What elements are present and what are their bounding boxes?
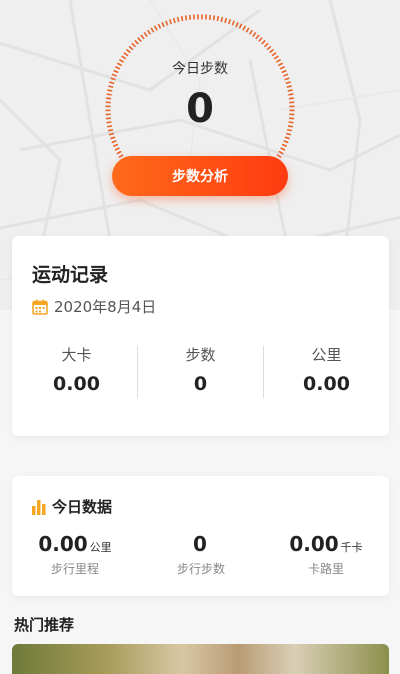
today-steps-value: 0 (186, 86, 214, 132)
bar-chart-icon (32, 499, 46, 515)
today-calories: 0.00 千卡 卡路里 (263, 532, 389, 577)
stat-kilometers: 公里 0.00 (264, 344, 389, 395)
today-data-card: 今日数据 0.00 公里 步行里程 0 步行步数 0.00 千卡 卡路里 (12, 476, 389, 596)
exercise-record-card: 运动记录 2020年8月4日 大卡 0.00 步数 0 公里 0.00 (12, 236, 389, 436)
data-label: 步行里程 (50, 562, 99, 576)
data-unit: 公里 (89, 541, 112, 554)
today-walk-distance: 0.00 公里 步行里程 (12, 532, 138, 577)
stat-value: 0.00 (53, 373, 100, 395)
today-data-title: 今日数据 (32, 496, 112, 517)
stat-label: 步数 (185, 346, 216, 364)
stat-value: 0.00 (303, 373, 350, 395)
record-date[interactable]: 2020年8月4日 (32, 296, 156, 317)
hot-recommend-title: 热门推荐 (14, 616, 75, 634)
today-walk-steps: 0 步行步数 (138, 532, 264, 577)
data-value: 0.00 千卡 (289, 532, 363, 556)
stat-calories: 大卡 0.00 (14, 344, 139, 395)
step-analysis-button[interactable]: 步数分析 (112, 156, 288, 196)
data-value: 0 (193, 532, 207, 556)
stat-label: 公里 (311, 346, 342, 364)
data-unit: 千卡 (340, 541, 363, 554)
data-label: 步行步数 (176, 562, 225, 576)
stat-steps: 步数 0 (138, 344, 263, 395)
data-label: 卡路里 (307, 562, 344, 576)
exercise-record-title: 运动记录 (32, 264, 109, 286)
record-date-text: 2020年8月4日 (54, 298, 157, 316)
stat-value: 0 (193, 373, 208, 395)
calendar-icon (32, 299, 48, 315)
today-steps-label: 今日步数 (172, 61, 228, 77)
today-data-title-text: 今日数据 (52, 498, 113, 516)
hot-recommend-image[interactable] (12, 644, 389, 674)
data-value: 0.00 公里 (38, 532, 112, 556)
stat-label: 大卡 (61, 346, 92, 364)
